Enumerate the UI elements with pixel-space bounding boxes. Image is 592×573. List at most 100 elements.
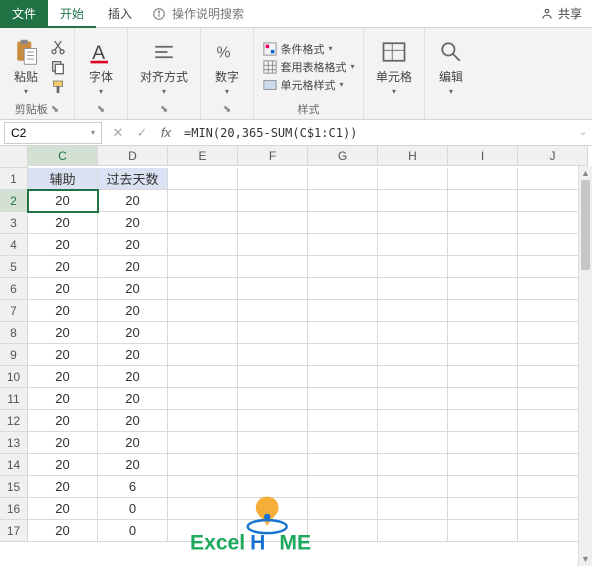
cell[interactable]: [168, 300, 238, 322]
cell[interactable]: [448, 410, 518, 432]
cell-styles-button[interactable]: 单元格样式▾: [263, 77, 355, 93]
cell[interactable]: [378, 212, 448, 234]
column-header[interactable]: I: [448, 146, 518, 166]
cell[interactable]: [308, 212, 378, 234]
cell[interactable]: [448, 168, 518, 190]
cell[interactable]: [238, 212, 308, 234]
cell[interactable]: [378, 344, 448, 366]
cell[interactable]: [448, 366, 518, 388]
tab-home[interactable]: 开始: [48, 0, 96, 28]
font-button[interactable]: A 字体 ▾: [83, 36, 119, 98]
cell[interactable]: [378, 256, 448, 278]
cell[interactable]: [448, 256, 518, 278]
cell[interactable]: [238, 256, 308, 278]
cell[interactable]: [168, 520, 238, 542]
row-header[interactable]: 17: [0, 520, 28, 542]
column-header[interactable]: D: [98, 146, 168, 166]
cell[interactable]: [168, 476, 238, 498]
worksheet[interactable]: CDEFGHIJ1辅助过去天数2202032020420205202062020…: [0, 146, 592, 566]
cell[interactable]: 20: [98, 212, 168, 234]
cell[interactable]: [378, 476, 448, 498]
cell[interactable]: 20: [28, 366, 98, 388]
cell[interactable]: [308, 454, 378, 476]
column-header[interactable]: F: [238, 146, 308, 166]
cell[interactable]: 20: [28, 300, 98, 322]
row-header[interactable]: 15: [0, 476, 28, 498]
cell[interactable]: [308, 410, 378, 432]
cell[interactable]: 20: [28, 322, 98, 344]
cell[interactable]: [168, 410, 238, 432]
cell[interactable]: [168, 498, 238, 520]
row-header[interactable]: 1: [0, 168, 28, 190]
cell[interactable]: [378, 388, 448, 410]
cell[interactable]: 20: [98, 454, 168, 476]
row-header[interactable]: 4: [0, 234, 28, 256]
cell[interactable]: 20: [28, 388, 98, 410]
row-header[interactable]: 9: [0, 344, 28, 366]
cell[interactable]: [238, 410, 308, 432]
formula-input[interactable]: =MIN(20,365-SUM(C$1:C1)): [178, 122, 574, 144]
row-header[interactable]: 16: [0, 498, 28, 520]
cell[interactable]: [378, 190, 448, 212]
row-header[interactable]: 13: [0, 432, 28, 454]
cell[interactable]: [238, 234, 308, 256]
cell[interactable]: [238, 190, 308, 212]
cell[interactable]: [238, 322, 308, 344]
cell[interactable]: [378, 498, 448, 520]
scroll-down-arrow[interactable]: ▼: [579, 552, 592, 566]
cell[interactable]: 20: [98, 366, 168, 388]
cell[interactable]: [168, 256, 238, 278]
cell[interactable]: [378, 278, 448, 300]
select-all-corner[interactable]: [0, 146, 28, 168]
cell[interactable]: 20: [98, 300, 168, 322]
cell[interactable]: [448, 520, 518, 542]
share-button[interactable]: 共享: [530, 5, 592, 22]
cell[interactable]: [168, 432, 238, 454]
cell[interactable]: [378, 300, 448, 322]
cell[interactable]: 20: [28, 498, 98, 520]
cell[interactable]: [448, 322, 518, 344]
cell[interactable]: 20: [28, 212, 98, 234]
cell[interactable]: [308, 476, 378, 498]
cell[interactable]: [378, 366, 448, 388]
cell[interactable]: [448, 432, 518, 454]
row-header[interactable]: 14: [0, 454, 28, 476]
cell[interactable]: [238, 366, 308, 388]
cell[interactable]: [448, 300, 518, 322]
cell[interactable]: [378, 410, 448, 432]
cell[interactable]: [448, 388, 518, 410]
cell[interactable]: [238, 498, 308, 520]
row-header[interactable]: 7: [0, 300, 28, 322]
cell[interactable]: [238, 454, 308, 476]
cell[interactable]: [238, 432, 308, 454]
column-header[interactable]: H: [378, 146, 448, 166]
cell[interactable]: [308, 388, 378, 410]
row-header[interactable]: 10: [0, 366, 28, 388]
cut-icon[interactable]: [50, 39, 66, 55]
name-box[interactable]: C2 ▾: [4, 122, 102, 144]
alignment-button[interactable]: 对齐方式 ▾: [136, 36, 192, 98]
cell[interactable]: [448, 498, 518, 520]
cell[interactable]: 20: [28, 234, 98, 256]
cell[interactable]: 20: [28, 454, 98, 476]
cell[interactable]: 20: [28, 344, 98, 366]
cell[interactable]: [308, 234, 378, 256]
cell[interactable]: [168, 190, 238, 212]
cell[interactable]: [448, 212, 518, 234]
cell[interactable]: [448, 234, 518, 256]
cell[interactable]: 20: [98, 410, 168, 432]
cell[interactable]: [308, 322, 378, 344]
cell[interactable]: [238, 300, 308, 322]
copy-icon[interactable]: [50, 59, 66, 75]
cell[interactable]: [448, 278, 518, 300]
cell[interactable]: [448, 476, 518, 498]
cell[interactable]: [238, 520, 308, 542]
cell[interactable]: [308, 278, 378, 300]
cell[interactable]: [308, 190, 378, 212]
cell[interactable]: [238, 168, 308, 190]
cell[interactable]: 6: [98, 476, 168, 498]
cell[interactable]: 0: [98, 498, 168, 520]
cell[interactable]: 20: [28, 476, 98, 498]
cell[interactable]: 20: [98, 256, 168, 278]
scroll-thumb[interactable]: [581, 180, 590, 270]
